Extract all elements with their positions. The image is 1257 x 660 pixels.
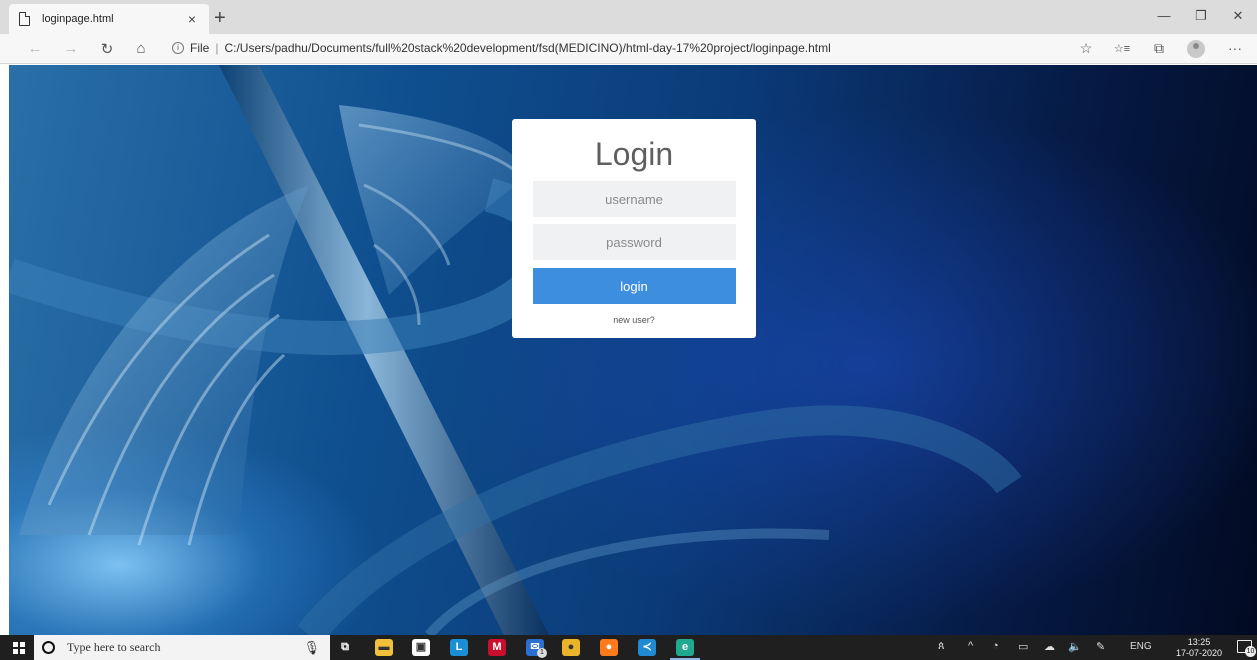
mail-badge: 1 bbox=[537, 648, 547, 658]
favorite-star-icon[interactable]: ☆ bbox=[1075, 40, 1097, 57]
notification-center-icon[interactable]: 10 bbox=[1237, 640, 1256, 657]
restore-button[interactable]: ❐ bbox=[1186, 8, 1216, 24]
taskbar-search-placeholder: Type here to search bbox=[67, 640, 161, 654]
lens-app-icon[interactable]: L bbox=[450, 639, 468, 656]
edge-icon[interactable]: e bbox=[670, 639, 700, 660]
language-indicator[interactable]: ENG bbox=[1130, 641, 1152, 652]
back-icon[interactable]: ← bbox=[24, 40, 46, 57]
taskbar-clock[interactable]: 13:25 17-07-2020 bbox=[1174, 637, 1224, 659]
vscode-icon[interactable]: ≺ bbox=[638, 639, 656, 656]
firefox-icon[interactable]: ● bbox=[600, 639, 618, 656]
close-window-button[interactable]: ✕ bbox=[1223, 8, 1253, 24]
mcafee-icon[interactable]: M bbox=[488, 639, 506, 656]
chevron-up-icon[interactable]: ^ bbox=[968, 640, 973, 652]
username-input[interactable] bbox=[532, 181, 736, 217]
notification-count: 10 bbox=[1245, 646, 1256, 657]
login-title: Login bbox=[594, 136, 674, 172]
favorites-icon[interactable]: ☆≡ bbox=[1111, 42, 1133, 55]
password-input[interactable] bbox=[532, 224, 736, 260]
taskbar: Type here to search 🎙 ⧉ ▬ ▣ L M ✉ 1 ● ● ≺ e ጰ ^ ◔ ▭ ☁ 🔈… bbox=[0, 635, 1257, 660]
onedrive-icon[interactable]: ☁ bbox=[1044, 640, 1055, 653]
info-icon[interactable]: i bbox=[172, 42, 184, 54]
collections-icon[interactable]: ⧉ bbox=[1148, 40, 1170, 57]
address-bar[interactable]: i File | C:/Users/padhu/Documents/full%2… bbox=[172, 41, 831, 55]
url-text[interactable]: C:/Users/padhu/Documents/full%20stack%20… bbox=[224, 41, 830, 55]
pen-icon[interactable]: ✎ bbox=[1096, 640, 1105, 653]
file-explorer-icon[interactable]: ▬ bbox=[375, 639, 393, 656]
battery-icon[interactable]: ▭ bbox=[1018, 640, 1028, 653]
more-menu-icon[interactable]: ··· bbox=[1224, 40, 1246, 56]
page-viewport: Login login new user? bbox=[9, 65, 1257, 635]
windows-start-icon[interactable] bbox=[13, 642, 25, 654]
minimize-button[interactable]: — bbox=[1149, 8, 1179, 23]
new-user-link[interactable]: new user? bbox=[512, 315, 756, 325]
cortana-icon bbox=[42, 641, 55, 654]
close-tab-icon[interactable]: × bbox=[185, 11, 199, 27]
login-button[interactable]: login bbox=[532, 268, 736, 304]
url-scheme: File bbox=[190, 41, 210, 55]
forward-icon[interactable]: → bbox=[60, 40, 82, 57]
login-card: Login login new user? bbox=[512, 119, 756, 338]
navigation-bar: ← → ↻ ⌂ i File | C:/Users/padhu/Document… bbox=[0, 34, 1257, 64]
chrome-icon[interactable]: ● bbox=[562, 639, 580, 656]
url-separator: | bbox=[215, 41, 219, 55]
task-view-icon[interactable]: ⧉ bbox=[336, 639, 354, 656]
home-icon[interactable]: ⌂ bbox=[130, 40, 152, 57]
clock-time: 13:25 bbox=[1187, 637, 1211, 647]
browser-tab[interactable]: loginpage.html × bbox=[9, 4, 209, 34]
store-icon[interactable]: ▣ bbox=[412, 639, 430, 656]
wifi-icon[interactable]: ◔ bbox=[992, 640, 999, 652]
profile-avatar[interactable] bbox=[1187, 40, 1205, 58]
taskbar-search-box[interactable]: Type here to search 🎙 bbox=[34, 635, 330, 660]
document-icon bbox=[19, 12, 30, 26]
clock-date: 17-07-2020 bbox=[1175, 648, 1223, 658]
new-tab-button[interactable]: + bbox=[214, 8, 226, 28]
refresh-icon[interactable]: ↻ bbox=[96, 40, 118, 58]
tab-strip: loginpage.html × + — ❐ ✕ bbox=[0, 0, 1257, 34]
volume-icon[interactable]: 🔈 bbox=[1068, 640, 1082, 653]
microphone-icon[interactable]: 🎙 bbox=[303, 640, 320, 656]
tab-title: loginpage.html bbox=[42, 13, 114, 25]
people-icon[interactable]: ጰ bbox=[938, 640, 945, 653]
